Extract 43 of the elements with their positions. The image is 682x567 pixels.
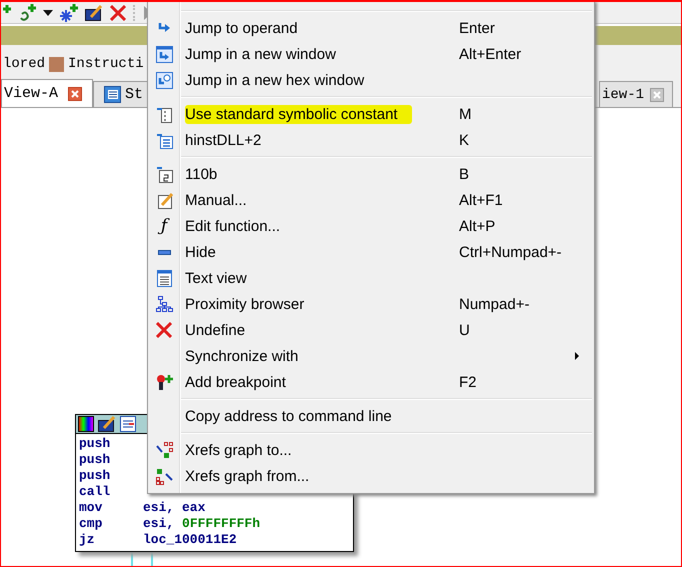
menu-item[interactable]: Manual... Alt+F1 [148,187,594,213]
menu-item[interactable]: Add breakpoint F2 [148,369,594,395]
instruction-mnemonic: mov [79,500,104,516]
shortcut-text: Alt+Enter [459,46,522,62]
shortcut-text: M [459,106,472,122]
instruction-mnemonic: push [79,468,112,484]
menu-item[interactable]: Xrefs graph to... [148,437,594,463]
instruction-mnemonic: cmp [79,516,104,532]
shortcut-text: Alt+P [459,218,496,234]
menu-item[interactable]: Synchronize with [148,343,594,369]
view-tab[interactable]: iew-1 [599,81,673,107]
shortcut-text: Alt+F1 [459,192,503,208]
menu-item[interactable]: Proximity browser Numpad+- [148,291,594,317]
shortcut-text: Ctrl+Numpad+- [459,244,562,260]
menu-item[interactable]: hinstDLL+2 K [148,127,594,153]
legend-label: lored [3,56,46,72]
menu-item[interactable]: Jump in a new window Alt+Enter [148,41,594,67]
shortcut-text: B [459,166,470,182]
instruction-operand: esi, [143,516,176,532]
instruction-mnemonic: call [79,484,112,500]
shortcut-text: F2 [459,374,477,390]
view-tab[interactable]: View-A [1,79,93,107]
menu-item[interactable]: Text view [148,265,594,291]
shortcut-text: Numpad+- [459,296,530,312]
menu-item[interactable]: Hide Ctrl+Numpad+- [148,239,594,265]
menu-item[interactable]: Jump in a new hex window [148,67,594,93]
instruction-operand: loc_100011E2 [143,532,237,548]
menu-item[interactable]: ƒ Edit function... Alt+P [148,213,594,239]
legend-label: Instructi [68,56,144,72]
shortcut-text: U [459,322,470,338]
menu-item[interactable]: 110b B [148,161,594,187]
shortcut-text: K [459,132,470,148]
shortcut-text: Enter [459,20,495,36]
constant-value: 0FFFFFFFFh [182,516,260,532]
instruction-mnemonic: jz [79,532,96,548]
menu-item[interactable]: Undefine U [148,317,594,343]
menu-item[interactable]: Xrefs graph from... [148,463,594,489]
instruction-mnemonic: push [79,452,112,468]
menu-item[interactable]: Use standard symbolic constant M [148,101,594,127]
menu-item[interactable]: Jump to operand Enter [148,15,594,41]
instruction-operand: esi, eax [143,500,206,516]
menu-item[interactable]: Copy address to command line [148,403,594,429]
instruction-mnemonic: push [79,436,112,452]
